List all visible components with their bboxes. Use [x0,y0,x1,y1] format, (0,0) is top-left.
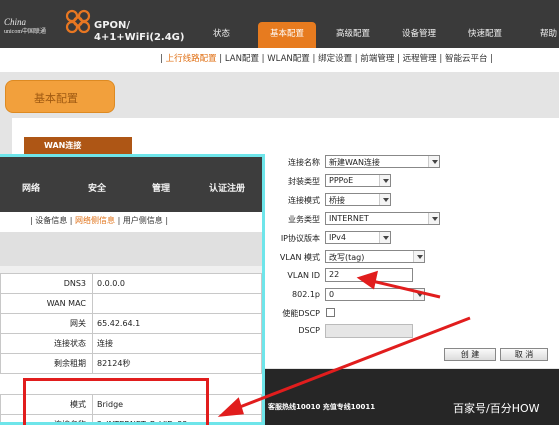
row-value: 连接 [92,333,262,354]
subnav-row: | 上行线路配置 | LAN配置 | WLAN配置 | 绑定设置 | 前端管理 … [0,48,559,68]
subnav-remote[interactable]: 远程管理 [403,54,437,64]
row-key: 连接状态 [0,333,93,354]
china-unicom-logo: China unicom中国联通 [4,6,100,40]
table-row: 网关 65.42.64.1 [0,313,262,334]
inset-tab-registration[interactable]: 认证注册 [209,181,245,194]
ip-version-select[interactable]: IPv4 [325,231,391,244]
product-line2: 4+1+WiFi(2.4G) [94,32,185,43]
service-type-select[interactable]: INTERNET [325,212,440,225]
inset-subnav-user-info[interactable]: 用户侧信息 [123,216,163,225]
table-row: WAN MAC [0,293,262,314]
row-key: 网关 [0,313,93,334]
subnav-wlan[interactable]: WLAN配置 [267,54,310,64]
chevron-down-icon [413,251,424,262]
tab-advanced-config[interactable]: 高级配置 [336,27,370,39]
connection-name-select[interactable]: 新建WAN连接 [325,155,440,168]
wan-connection-label: WAN连接 [24,137,132,154]
chevron-down-icon [379,232,390,243]
tab-device-management[interactable]: 设备管理 [402,27,436,39]
row-value: 82124秒 [92,353,262,374]
subnav-uplink[interactable]: 上行线路配置 [166,54,217,64]
product-line1: GPON/ [94,20,131,31]
inset-nav-bar: 网络 安全 管理 认证注册 [0,157,262,212]
inset-gray-band [0,232,262,266]
row-value: 65.42.64.1 [92,313,262,334]
row-key: DNS3 [0,273,93,294]
tab-quick-config[interactable]: 快速配置 [468,27,502,39]
watermark-text: 百家号/百分HOW [453,402,540,415]
tab-help[interactable]: 帮助 [540,27,557,39]
chevron-down-icon [379,194,390,205]
section-tab-basic-config: 基本配置 [5,80,115,113]
subnav-lan[interactable]: LAN配置 [225,54,259,64]
cancel-button[interactable]: 取 消 [500,348,548,361]
create-button[interactable]: 创 建 [444,348,496,361]
subnav-binding[interactable]: 绑定设置 [318,54,352,64]
inset-subnav-device-info[interactable]: 设备信息 [35,216,67,225]
top-header-bar: China unicom中国联通 GPON/ 4+1+WiFi(2.4G) 基本… [0,0,559,48]
dscp-input[interactable] [325,324,413,338]
product-model: GPON/ 4+1+WiFi(2.4G) [94,20,184,44]
logo-text-line2: unicom中国联通 [4,29,46,35]
tab-status[interactable]: 状态 [213,27,230,39]
chevron-down-icon [428,156,439,167]
chevron-down-icon [379,175,390,186]
unicom-knot-icon [65,9,91,34]
inset-info-table-top: DNS3 0.0.0.0 WAN MAC 网关 65.42.64.1 连接状态 连接 剩余租期… [0,273,262,374]
inset-subnav-network-info[interactable]: 网络侧信息 [75,216,115,225]
table-row: DNS3 0.0.0.0 [0,273,262,294]
subnav: | 上行线路配置 | LAN配置 | WLAN配置 | 绑定设置 | 前端管理 … [160,54,494,64]
row-value: 0.0.0.0 [92,273,262,294]
chevron-down-icon [428,213,439,224]
inset-tab-management[interactable]: 管理 [152,181,170,194]
inset-tab-network[interactable]: 网络 [22,181,40,194]
chevron-down-icon [413,289,424,300]
subnav-cloud[interactable]: 智能云平台 [445,54,488,64]
vlan-id-input[interactable]: 22 [325,268,413,282]
subnav-frontend[interactable]: 前端管理 [360,54,394,64]
row-key: WAN MAC [0,293,93,314]
table-row: 连接状态 连接 [0,333,262,354]
tab-basic-config[interactable]: 基本配置 [258,22,316,48]
connection-mode-select[interactable]: 桥接 [325,193,391,206]
logo-text-line1: China [4,17,27,27]
enable-dscp-checkbox[interactable] [326,308,335,317]
row-value [92,293,262,314]
table-row: 剩余租期 82124秒 [0,353,262,374]
encapsulation-select[interactable]: PPPoE [325,174,391,187]
service-hotline: 客服热线10010 充值专线10011 [268,403,376,411]
inset-subnav: | 设备信息 | 网络侧信息 | 用户侧信息 | [30,216,169,225]
inset-tab-security[interactable]: 安全 [88,181,106,194]
priority-select[interactable]: 0 [325,288,425,301]
row-key: 剩余租期 [0,353,93,374]
highlight-box [23,378,209,425]
vlan-mode-select[interactable]: 改写(tag) [325,250,425,263]
